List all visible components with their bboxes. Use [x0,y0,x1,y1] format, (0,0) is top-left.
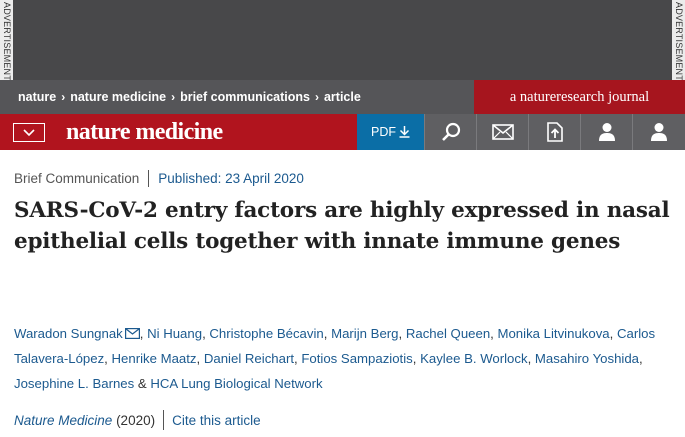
author-list: Waradon Sungnak, Ni Huang, Christophe Bé… [14,326,656,391]
breadcrumb-nature[interactable]: nature [18,90,56,104]
author-link[interactable]: Fotios Sampaziotis [301,351,412,366]
divider [148,169,150,187]
download-icon [399,126,410,138]
breadcrumb-article[interactable]: article [324,90,361,104]
journal-tagline[interactable]: a natureresearch journal [474,80,685,114]
published-date: Published: 23 April 2020 [158,170,304,186]
article-title: SARS-CoV-2 entry factors are highly expr… [14,198,670,254]
pdf-label: PDF [371,125,396,139]
author-link[interactable]: Henrike Maatz [112,351,197,366]
author-link[interactable]: Marijn Berg [331,326,398,341]
email-alert-button[interactable] [476,114,528,150]
breadcrumb: nature › nature medicine › brief communi… [18,80,361,114]
author-link[interactable]: Christophe Bécavin [209,326,323,341]
account-icon [651,123,667,141]
advertisement-banner[interactable]: ADVERTISEMENT ADVERTISEMENT [0,0,685,80]
submit-manuscript-button[interactable] [528,114,580,150]
article-type: Brief Communication [14,170,140,186]
account-button[interactable] [632,114,685,150]
article-meta: Brief Communication Published: 23 April … [14,169,304,187]
ad-label-right: ADVERTISEMENT [672,0,685,80]
breadcrumb-brief-communications[interactable]: brief communications [180,90,310,104]
author-link[interactable]: Monika Litvinukova [497,326,609,341]
citation-line: Nature Medicine (2020) Cite this article [14,410,261,430]
search-icon [441,122,460,141]
author-link[interactable]: Daniel Reichart [204,351,294,366]
user-icon [598,123,615,141]
author-link[interactable]: Rachel Queen [406,326,490,341]
author-link[interactable]: Masahiro Yoshida [535,351,639,366]
author-link[interactable]: Ni Huang [147,326,202,341]
breadcrumb-nature-medicine[interactable]: nature medicine [70,90,166,104]
divider [163,410,165,430]
submit-icon [546,122,563,142]
menu-button[interactable] [13,123,45,142]
author-link[interactable]: Kaylee B. Worlock [420,351,528,366]
mail-icon[interactable] [124,328,140,339]
chevron-right-icon: › [61,90,66,104]
journal-logo[interactable]: nature medicine [66,118,223,146]
journal-name[interactable]: Nature Medicine [14,413,112,428]
publication-year: (2020) [116,412,156,428]
chevron-right-icon: › [314,90,319,104]
chevron-right-icon: › [171,90,176,104]
search-button[interactable] [424,114,476,150]
author-link[interactable]: HCA Lung Biological Network [150,376,322,391]
user-login-button[interactable] [580,114,632,150]
cite-this-article-link[interactable]: Cite this article [172,413,261,428]
author-link[interactable]: Josephine L. Barnes [14,376,134,391]
pdf-download-button[interactable]: PDF [357,114,424,150]
chevron-down-icon [23,128,35,136]
ad-label-left: ADVERTISEMENT [0,0,13,80]
mail-icon [491,124,514,140]
author-link[interactable]: Waradon Sungnak [14,326,123,341]
